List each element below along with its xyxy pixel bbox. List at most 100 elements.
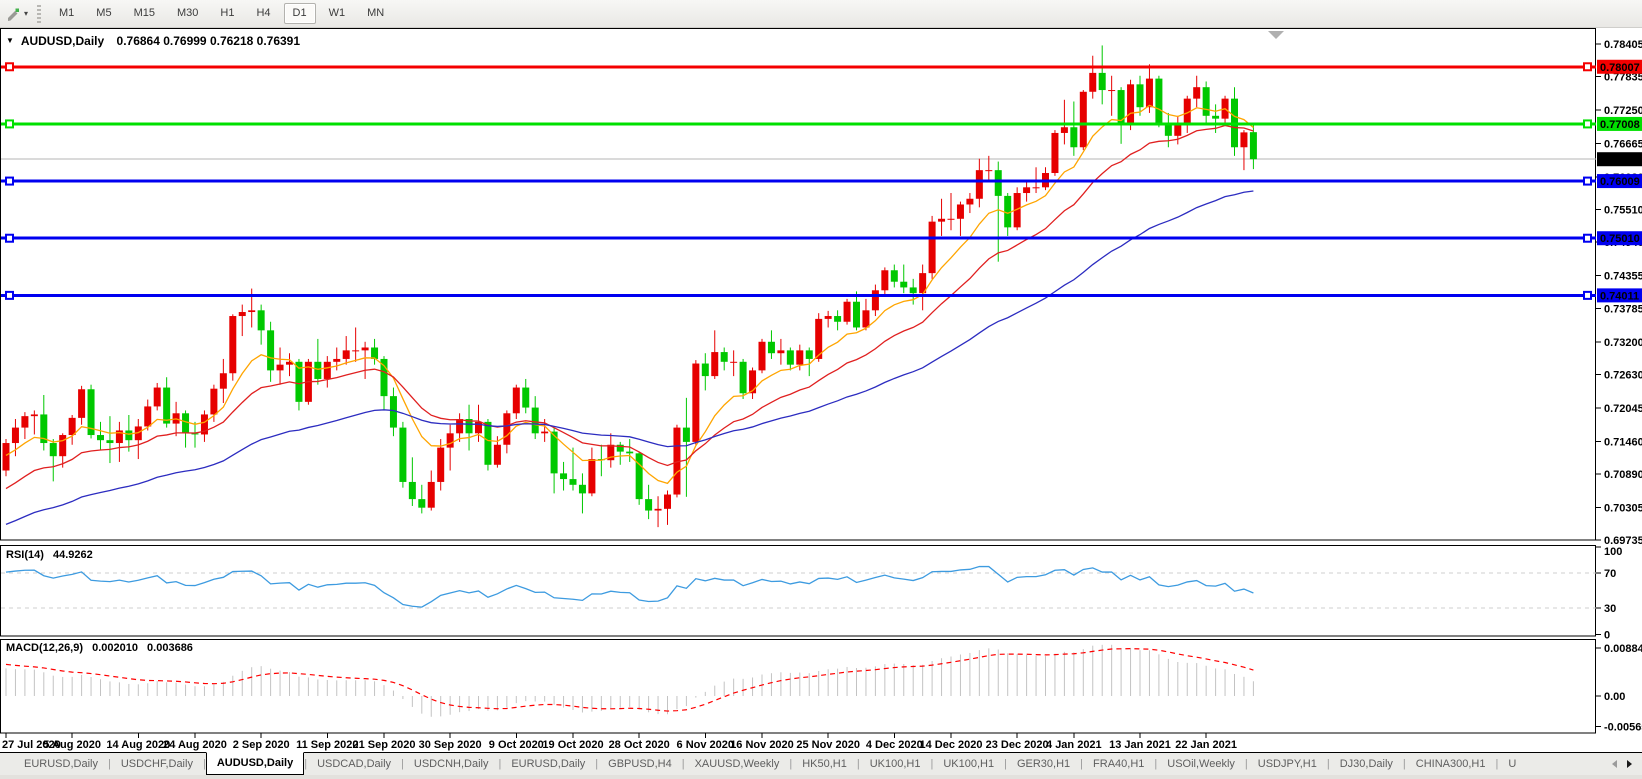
timeframe-button-mn[interactable]: MN xyxy=(358,3,393,24)
svg-text:4 Jan 2021: 4 Jan 2021 xyxy=(1046,739,1102,751)
rsi-indicator-label: RSI(14) 44.9262 xyxy=(6,549,93,561)
timeframe-toolbar-row: ▾ M1M5M15M30H1H4D1W1MN xyxy=(0,0,1642,28)
svg-text:6 Nov 2020: 6 Nov 2020 xyxy=(677,739,734,751)
pencil-cursor-icon[interactable]: ▾ xyxy=(2,4,31,24)
chart-tab-usdcnh-daily[interactable]: USDCNH,Daily xyxy=(404,754,499,775)
svg-text:13 Jan 2021: 13 Jan 2021 xyxy=(1109,739,1171,751)
svg-text:30 Sep 2020: 30 Sep 2020 xyxy=(419,739,482,751)
svg-text:0.73200: 0.73200 xyxy=(1604,337,1642,349)
pencil-icon xyxy=(5,6,21,22)
chart-tab-ger30-h1[interactable]: GER30,H1 xyxy=(1007,754,1080,775)
chart-ohlc-values: 0.76864 0.76999 0.76218 0.76391 xyxy=(117,34,301,48)
svg-text:0.76391: 0.76391 xyxy=(1600,154,1640,166)
timeframe-button-m1[interactable]: M1 xyxy=(50,3,83,24)
chart-tab-dj30-daily[interactable]: DJ30,Daily xyxy=(1330,754,1403,775)
toolbar-grip[interactable] xyxy=(37,5,41,23)
tab-scroll-arrows xyxy=(1612,760,1642,768)
svg-text:0.74011: 0.74011 xyxy=(1600,290,1639,302)
chart-tab-xauusd-weekly[interactable]: XAUUSD,Weekly xyxy=(685,754,790,775)
svg-text:0.75010: 0.75010 xyxy=(1600,233,1640,245)
svg-text:0.72045: 0.72045 xyxy=(1604,403,1642,415)
chevron-down-icon: ▾ xyxy=(24,9,28,18)
svg-text:0.76665: 0.76665 xyxy=(1604,139,1642,151)
svg-text:0.77008: 0.77008 xyxy=(1600,119,1640,131)
collapse-triangle-icon[interactable]: ▼ xyxy=(6,36,14,45)
rsi-value: 44.9262 xyxy=(53,549,93,561)
svg-text:9 Oct 2020: 9 Oct 2020 xyxy=(489,739,544,751)
rsi-name: RSI(14) xyxy=(6,549,44,561)
svg-text:0.70890: 0.70890 xyxy=(1604,469,1642,481)
timeframe-button-d1[interactable]: D1 xyxy=(284,3,316,24)
timeframe-toolbar: M1M5M15M30H1H4D1W1MN xyxy=(48,3,395,24)
svg-text:28 Oct 2020: 28 Oct 2020 xyxy=(609,739,670,751)
svg-text:14 Aug 2020: 14 Aug 2020 xyxy=(106,739,170,751)
svg-text:0.74355: 0.74355 xyxy=(1604,271,1642,283)
macd-name: MACD(12,26,9) xyxy=(6,642,83,654)
svg-text:22 Jan 2021: 22 Jan 2021 xyxy=(1175,739,1237,751)
svg-text:0.70305: 0.70305 xyxy=(1604,502,1642,514)
svg-text:-0.005651: -0.005651 xyxy=(1604,722,1642,734)
svg-text:23 Dec 2020: 23 Dec 2020 xyxy=(986,739,1049,751)
chart-tab-china300-h1[interactable]: CHINA300,H1 xyxy=(1406,754,1496,775)
svg-text:14 Dec 2020: 14 Dec 2020 xyxy=(920,739,983,751)
chart-tab-usoil-weekly[interactable]: USOil,Weekly xyxy=(1157,754,1245,775)
chart-tab-usdchf-daily[interactable]: USDCHF,Daily xyxy=(111,754,203,775)
svg-text:21 Sep 2020: 21 Sep 2020 xyxy=(353,739,416,751)
chart-tab-eurusd-daily[interactable]: EURUSD,Daily xyxy=(501,754,595,775)
svg-text:0.00: 0.00 xyxy=(1604,691,1625,703)
svg-text:4 Dec 2020: 4 Dec 2020 xyxy=(866,739,923,751)
trading-terminal-window: ▾ M1M5M15M30H1H4D1W1MN 0.784050.778350.7… xyxy=(0,0,1642,779)
scroll-tabs-left-icon[interactable] xyxy=(1612,760,1617,768)
svg-text:0.75510: 0.75510 xyxy=(1604,205,1642,217)
price-badges: 0.780070.770080.760090.750100.740110.763… xyxy=(1597,60,1642,303)
chart-title: ▼ AUDUSD,Daily 0.76864 0.76999 0.76218 0… xyxy=(6,34,300,48)
chart-tab-u[interactable]: U xyxy=(1498,754,1526,775)
scroll-tabs-right-icon[interactable] xyxy=(1627,760,1632,768)
svg-text:0.78405: 0.78405 xyxy=(1604,39,1642,51)
svg-text:30: 30 xyxy=(1604,603,1616,615)
chart-tab-audusd-daily[interactable]: AUDUSD,Daily xyxy=(206,752,304,775)
chart-tab-hk50-h1[interactable]: HK50,H1 xyxy=(792,754,857,775)
svg-text:11 Sep 2020: 11 Sep 2020 xyxy=(296,739,358,751)
main-price-pane xyxy=(1,29,1596,541)
timeframe-button-m5[interactable]: M5 xyxy=(87,3,120,24)
svg-text:100: 100 xyxy=(1604,546,1622,558)
svg-text:0.78007: 0.78007 xyxy=(1600,62,1640,74)
chart-tab-uk100-h1[interactable]: UK100,H1 xyxy=(860,754,931,775)
svg-text:0.72630: 0.72630 xyxy=(1604,369,1642,381)
chart-tab-gbpusd-h4[interactable]: GBPUSD,H4 xyxy=(598,754,682,775)
macd-indicator-label: MACD(12,26,9) 0.002010 0.003686 xyxy=(6,642,193,654)
date-axis: 27 Jul 20205 Aug 202014 Aug 202024 Aug 2… xyxy=(2,733,1237,751)
macd-signal-value: 0.003686 xyxy=(147,642,193,654)
svg-text:5 Aug 2020: 5 Aug 2020 xyxy=(43,739,101,751)
timeframe-button-h4[interactable]: H4 xyxy=(247,3,279,24)
svg-text:0: 0 xyxy=(1604,629,1610,641)
chart-tab-usdcad-daily[interactable]: USDCAD,Daily xyxy=(307,754,401,775)
timeframe-button-w1[interactable]: W1 xyxy=(320,3,355,24)
svg-text:0.77250: 0.77250 xyxy=(1604,105,1642,117)
svg-text:24 Aug 2020: 24 Aug 2020 xyxy=(163,739,227,751)
svg-text:0.71460: 0.71460 xyxy=(1604,436,1642,448)
chart-tabs-list: EURUSD,Daily|USDCHF,Daily|AUDUSD,Daily|U… xyxy=(14,753,1526,775)
chart-tab-eurusd-daily[interactable]: EURUSD,Daily xyxy=(14,754,108,775)
timeframe-button-h1[interactable]: H1 xyxy=(211,3,243,24)
chart-symbol-label: AUDUSD,Daily xyxy=(21,34,104,48)
svg-text:0.00884: 0.00884 xyxy=(1604,643,1642,655)
chart-canvas[interactable]: 0.784050.778350.772500.766650.760800.755… xyxy=(0,28,1642,752)
svg-text:25 Nov 2020: 25 Nov 2020 xyxy=(796,739,860,751)
svg-text:16 Nov 2020: 16 Nov 2020 xyxy=(730,739,794,751)
macd-pane xyxy=(1,640,1596,734)
macd-main-value: 0.002010 xyxy=(92,642,138,654)
svg-text:19 Oct 2020: 19 Oct 2020 xyxy=(542,739,603,751)
svg-text:70: 70 xyxy=(1604,568,1616,580)
chart-tab-fra40-h1[interactable]: FRA40,H1 xyxy=(1083,754,1154,775)
chart-tab-usdjpy-h1[interactable]: USDJPY,H1 xyxy=(1248,754,1327,775)
chart-tab-bar: EURUSD,Daily|USDCHF,Daily|AUDUSD,Daily|U… xyxy=(0,752,1642,775)
status-strip xyxy=(0,775,1642,779)
svg-text:0.73785: 0.73785 xyxy=(1604,303,1642,315)
chart-tab-uk100-h1[interactable]: UK100,H1 xyxy=(933,754,1004,775)
timeframe-button-m15[interactable]: M15 xyxy=(125,3,164,24)
timeframe-button-m30[interactable]: M30 xyxy=(168,3,207,24)
svg-text:2 Sep 2020: 2 Sep 2020 xyxy=(233,739,290,751)
rsi-pane xyxy=(1,546,1596,637)
